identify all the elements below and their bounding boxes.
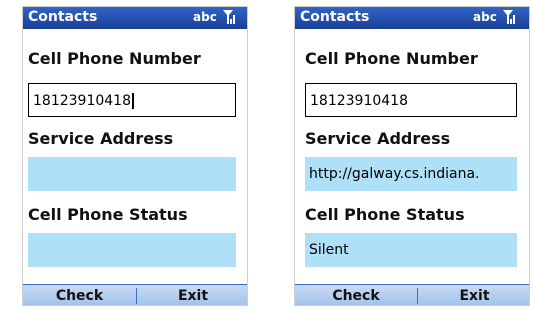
signal-strength-icon [503, 10, 515, 24]
input-mode-indicator: abc [473, 10, 497, 24]
check-softkey[interactable]: Check [23, 285, 136, 305]
cell-phone-status-label: Cell Phone Status [28, 205, 188, 224]
cell-phone-number-label: Cell Phone Number [28, 49, 201, 68]
cell-phone-status-field [28, 233, 236, 267]
cell-phone-status-field: Silent [305, 233, 517, 267]
phone-screen-right: Contacts abc Cell Phone Number 181239104… [294, 6, 530, 306]
cell-phone-status-label: Cell Phone Status [305, 205, 465, 224]
text-cursor [131, 93, 134, 109]
service-address-label: Service Address [28, 129, 174, 148]
cell-phone-number-input[interactable]: 18123910418 [28, 83, 236, 117]
signal-strength-icon [223, 10, 235, 24]
check-softkey[interactable]: Check [295, 285, 417, 305]
softkey-bar: Check Exit [295, 284, 529, 305]
app-title: Contacts [300, 9, 370, 25]
title-bar: Contacts abc [295, 7, 529, 29]
exit-softkey[interactable]: Exit [137, 285, 247, 305]
service-address-field: http://galway.cs.indiana. [305, 157, 517, 191]
service-address-label: Service Address [305, 129, 451, 148]
title-bar: Contacts abc [23, 7, 247, 29]
service-address-field [28, 157, 236, 191]
exit-softkey[interactable]: Exit [418, 285, 529, 305]
phone-screen-left: Contacts abc Cell Phone Number 181239104… [22, 6, 248, 306]
input-mode-indicator: abc [193, 10, 217, 24]
cell-phone-number-input[interactable]: 18123910418 [305, 83, 517, 117]
cell-phone-number-value: 18123910418 [33, 93, 131, 109]
app-title: Contacts [28, 9, 98, 25]
cell-phone-number-label: Cell Phone Number [305, 49, 478, 68]
softkey-bar: Check Exit [23, 284, 247, 305]
